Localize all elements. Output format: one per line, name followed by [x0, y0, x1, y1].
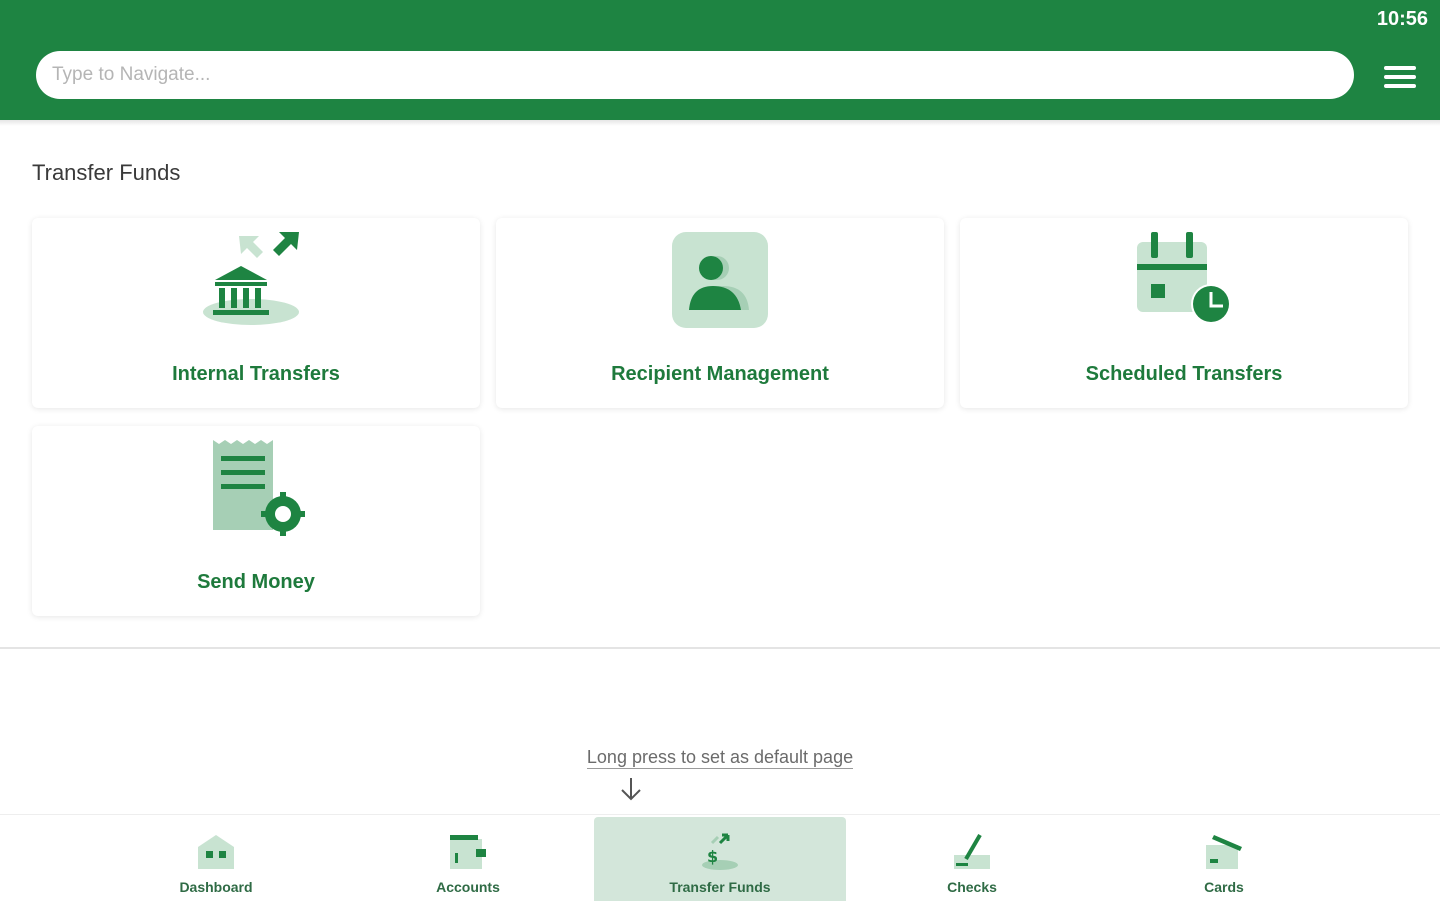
- bottom-navigation: Dashboard Accounts $ Transfer Funds Chec…: [0, 814, 1440, 901]
- hamburger-menu-icon[interactable]: [1384, 66, 1416, 92]
- nav-label: Transfer Funds: [669, 879, 771, 895]
- app-header: 10:56: [0, 0, 1440, 120]
- header-shadow: [0, 120, 1440, 126]
- card-label: Internal Transfers: [172, 363, 340, 385]
- recipient-icon: [672, 232, 768, 328]
- card-label: Scheduled Transfers: [1085, 363, 1283, 385]
- nav-dashboard[interactable]: Dashboard: [90, 817, 342, 901]
- recipient-management-card[interactable]: Recipient Management: [496, 218, 944, 408]
- nav-label: Dashboard: [179, 879, 253, 895]
- arrow-down-icon: [621, 778, 641, 801]
- bank-transfer-icon: [203, 232, 299, 325]
- nav-transfer-funds[interactable]: $ Transfer Funds: [594, 817, 846, 901]
- nav-label: Cards: [1204, 879, 1244, 895]
- wallet-icon: [450, 835, 486, 869]
- transfer-funds-icon: $: [702, 833, 738, 870]
- svg-text:$: $: [707, 847, 718, 866]
- nav-accounts[interactable]: Accounts: [342, 817, 594, 901]
- status-time: 10:56: [1376, 8, 1428, 30]
- default-page-hint: Long press to set as default page: [586, 747, 854, 769]
- content-divider: [0, 647, 1440, 649]
- scheduled-transfers-card[interactable]: Scheduled Transfers: [960, 218, 1408, 408]
- nav-cards[interactable]: Cards: [1098, 817, 1350, 901]
- nav-label: Accounts: [436, 879, 500, 895]
- page-title: Transfer Funds: [32, 160, 181, 185]
- navigate-search-input[interactable]: [36, 51, 1354, 99]
- calendar-clock-icon: [1137, 232, 1231, 324]
- card-label: Send Money: [197, 571, 315, 593]
- internal-transfers-card[interactable]: Internal Transfers: [32, 218, 480, 408]
- receipt-gear-icon: [213, 440, 305, 536]
- send-money-card[interactable]: Send Money: [32, 426, 480, 616]
- dashboard-icon: [198, 835, 234, 869]
- check-icon: [954, 833, 990, 869]
- card-label: Recipient Management: [611, 363, 829, 385]
- nav-checks[interactable]: Checks: [846, 817, 1098, 901]
- nav-label: Checks: [947, 879, 997, 895]
- cards-icon: [1206, 835, 1242, 869]
